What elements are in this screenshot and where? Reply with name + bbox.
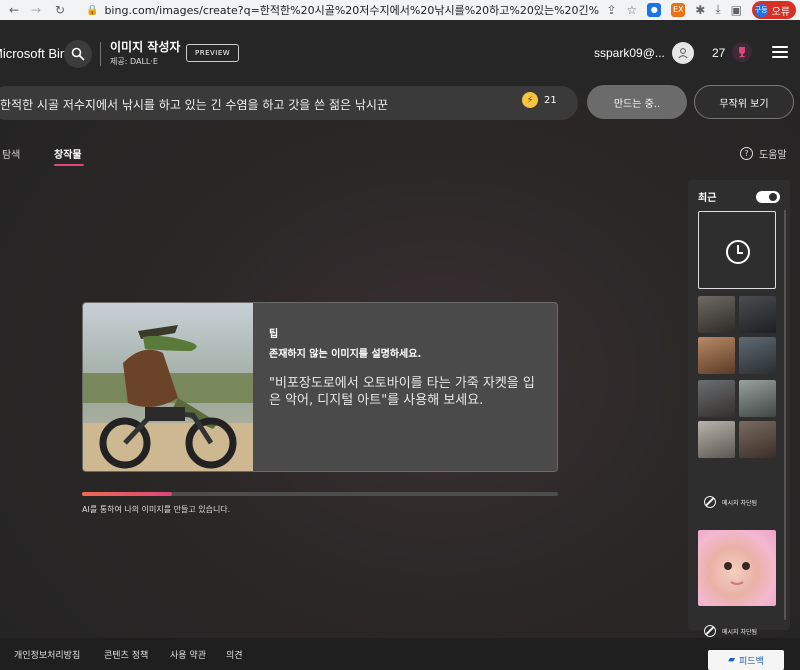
creation-progress-bar <box>82 492 558 496</box>
footer-link-privacy[interactable]: 개인정보처리방침 <box>14 648 80 661</box>
person-icon <box>678 48 688 59</box>
footer-link-terms[interactable]: 사용 약관 <box>170 648 206 661</box>
prompt-input[interactable]: 한적한 시골 저수지에서 낚시를 하고 있는 긴 수염을 하고 갓을 쓴 젊은 … <box>0 96 500 113</box>
recent-creation-baby[interactable] <box>698 530 776 606</box>
feedback-button[interactable]: ▰ 피드백 <box>708 650 784 670</box>
surprise-me-button[interactable]: 무작위 보기 <box>694 85 794 119</box>
thumbnail <box>739 421 776 458</box>
sidepanel-icon[interactable]: ▣ <box>731 3 742 17</box>
user-name[interactable]: sspark09@... <box>594 46 665 60</box>
user-avatar[interactable] <box>672 42 694 64</box>
recent-creation-set-2[interactable] <box>698 380 776 458</box>
blocked-label: 메시지 차단됨 <box>722 628 758 636</box>
thumbnail <box>739 337 776 374</box>
boost-counter: ⚡ 21 <box>522 92 557 108</box>
footer-link-content-policy[interactable]: 콘텐츠 정책 <box>104 648 148 661</box>
progress-fill <box>82 492 173 496</box>
pending-creation-tile[interactable] <box>698 211 776 289</box>
thumbnail <box>698 296 735 333</box>
app-subtitle: 제공: DALL·E <box>110 57 158 66</box>
tab-explore-label: 아이디어 탐색 <box>0 150 21 161</box>
hamburger-menu-icon[interactable] <box>772 46 788 61</box>
create-button[interactable]: 만드는 중.. <box>587 85 687 119</box>
shield-extension-icon[interactable]: ● <box>647 2 662 17</box>
download-icon[interactable]: ⤓ <box>715 2 720 17</box>
site-header: Microsoft Bing 이미지 작성자 제공: DALL·E PREVIE… <box>0 20 800 90</box>
boost-coin-icon: ⚡ <box>522 92 538 108</box>
blocked-icon <box>704 625 716 637</box>
tip-label: 팁 <box>269 329 279 340</box>
help-label: 도움말 <box>759 150 787 161</box>
back-icon[interactable]: ← <box>6 3 22 17</box>
help-link[interactable]: ? 도움말 <box>740 146 787 161</box>
puzzle-icon[interactable]: ✱ <box>695 3 705 17</box>
profile-error-button[interactable]: 구등 오류 <box>751 1 796 19</box>
forward-icon[interactable]: → <box>28 3 44 17</box>
active-tab-indicator <box>54 164 84 166</box>
thumbnail <box>698 380 735 417</box>
tab-creations[interactable]: 창작물 <box>54 146 82 161</box>
extension-icons: ⇪ ☆ ● EX ✱ ⤓ ▣ <box>606 2 742 17</box>
bing-image-creator-page: Microsoft Bing 이미지 작성자 제공: DALL·E PREVIE… <box>0 20 800 670</box>
recent-scrollbar[interactable] <box>784 210 786 620</box>
feedback-label: 피드백 <box>739 656 764 667</box>
help-icon: ? <box>740 147 753 160</box>
browser-toolbar: ← → ↻ 🔒 bing.com/images/create?q=한적한%20시… <box>0 0 800 20</box>
chat-icon: ▰ <box>728 655 736 665</box>
share-icon[interactable]: ⇪ <box>606 3 616 17</box>
recent-title: 최근 <box>698 193 717 204</box>
tab-explore-ideas[interactable]: 아이디어 탐색 <box>0 146 54 161</box>
rewards-trophy-icon[interactable] <box>732 42 752 62</box>
thumbnail <box>698 421 735 458</box>
thumbnail <box>698 337 735 374</box>
profile-error-label: 오류 <box>771 6 790 18</box>
bookmark-star-icon[interactable]: ☆ <box>627 3 638 17</box>
header-divider <box>100 42 101 66</box>
search-icon <box>71 47 85 61</box>
crocodile-motorcycle-image <box>83 303 253 471</box>
clock-icon <box>726 240 750 264</box>
blocked-label: 메시지 차단됨 <box>722 499 758 507</box>
recent-toggle[interactable] <box>756 191 780 203</box>
footer-link-feedback[interactable]: 의견 <box>226 648 243 661</box>
thumbnail <box>739 296 776 333</box>
app-title: 이미지 작성자 <box>110 40 181 54</box>
blocked-icon <box>704 496 716 508</box>
orange-extension-icon[interactable]: EX <box>671 2 686 17</box>
address-bar[interactable]: 🔒 bing.com/images/create?q=한적한%20시골%20저수… <box>80 1 600 19</box>
rewards-count[interactable]: 27 <box>712 46 725 60</box>
recent-creation-set-1[interactable] <box>698 296 776 374</box>
tip-heading: 존재하지 않는 이미지를 설명하세요. <box>269 349 422 360</box>
blocked-message-1: 메시지 차단됨 <box>704 496 757 508</box>
tip-card: 팁 존재하지 않는 이미지를 설명하세요. "비포장도로에서 오토바이를 타는 … <box>82 302 558 472</box>
search-button[interactable] <box>64 40 92 68</box>
thumbnail <box>739 380 776 417</box>
progress-caption: AI를 통하여 나의 이미지를 만들고 있습니다. <box>82 505 231 514</box>
lock-icon: 🔒 <box>86 4 99 16</box>
preview-badge: PREVIEW <box>186 44 240 62</box>
site-footer: 개인정보처리방침 콘텐츠 정책 사용 약관 의견 ▰ 피드백 <box>0 638 800 670</box>
blocked-message-2: 메시지 차단됨 <box>704 625 757 637</box>
boost-count: 21 <box>544 94 557 106</box>
recent-panel: 최근 메시지 차단됨 메시지 차단됨 <box>688 180 790 637</box>
profile-avatar: 구등 <box>754 3 768 17</box>
tip-example: "비포장도로에서 오토바이를 타는 가죽 자켓을 입은 악어, 디지털 아트"를… <box>269 376 535 408</box>
url-text: bing.com/images/create?q=한적한%20시골%20저수지에… <box>104 4 600 17</box>
reload-icon[interactable]: ↻ <box>52 3 68 17</box>
